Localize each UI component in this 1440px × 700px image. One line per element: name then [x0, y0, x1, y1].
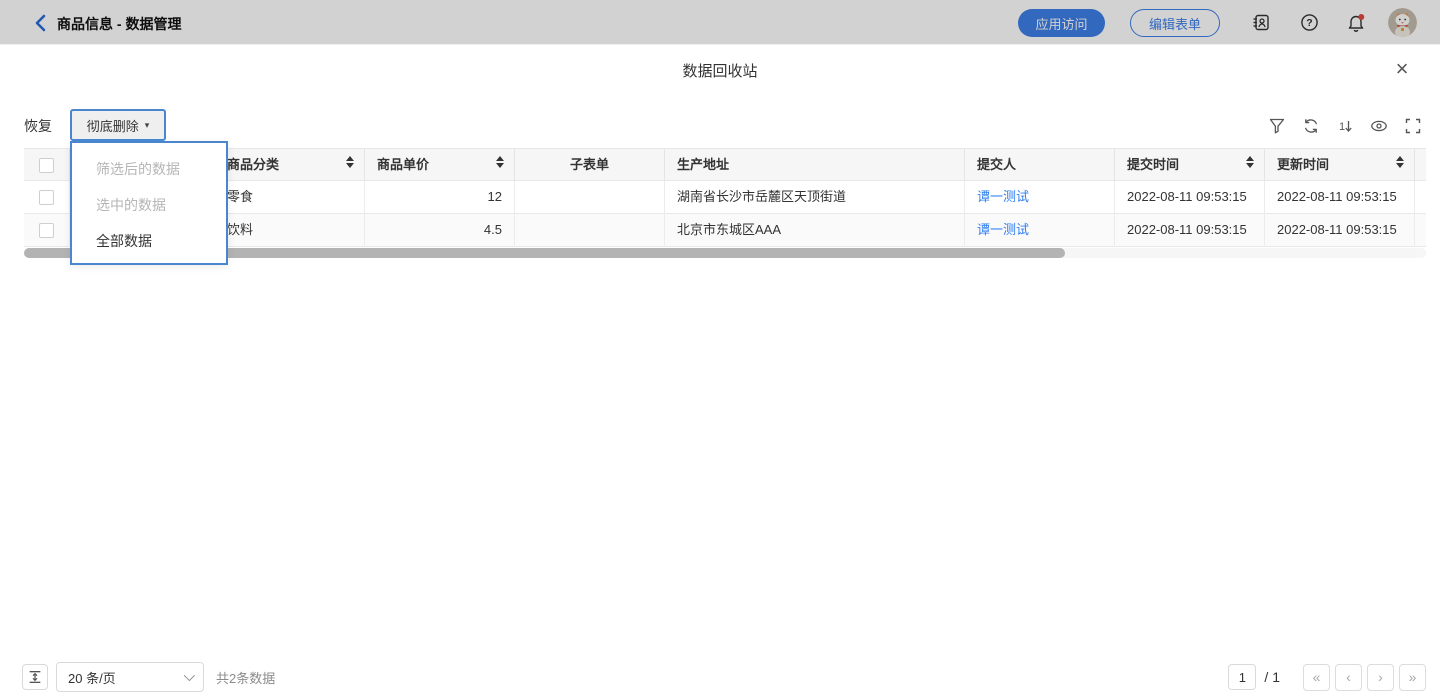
delete-dropdown-button[interactable]: 彻底删除 ▾: [70, 109, 166, 141]
notifications-bell-icon[interactable]: [1346, 13, 1365, 32]
cell-update-time: 2022-08-11 09:53:15: [1265, 214, 1415, 247]
app-access-button[interactable]: 应用访问: [1018, 9, 1105, 37]
pagination-bar: 20 条/页 共2条数据 / 1 « ‹ › »: [0, 654, 1440, 700]
header-cell-price[interactable]: 商品单价: [365, 149, 515, 182]
horizontal-scrollbar[interactable]: [24, 248, 1426, 258]
restore-button[interactable]: 恢复: [24, 117, 52, 135]
cell-subform: [515, 214, 665, 247]
submitter-link[interactable]: 谭一测试: [977, 222, 1029, 237]
cell-address: 湖南省长沙市岳麓区天顶街道: [665, 181, 965, 214]
menu-item-all-data[interactable]: 全部数据: [72, 223, 226, 259]
table-row: 零食 12 湖南省长沙市岳麓区天顶街道 谭一测试 2022-08-11 09:5…: [24, 181, 1426, 214]
cell-category: 饮料: [215, 214, 365, 247]
prev-page-button[interactable]: ‹: [1335, 664, 1362, 691]
fullscreen-icon[interactable]: [1404, 117, 1422, 135]
refresh-icon[interactable]: [1302, 117, 1320, 135]
cell-submit-time: 2022-08-11 09:53:15: [1115, 181, 1265, 214]
row-height-icon: [27, 669, 43, 685]
sort-icon[interactable]: 1: [1336, 117, 1354, 135]
sort-toggle-icon[interactable]: [1396, 156, 1404, 168]
cell-subform: [515, 181, 665, 214]
next-page-button[interactable]: ›: [1367, 664, 1394, 691]
header-cell-subform: 子表单: [515, 149, 665, 182]
row-checkbox[interactable]: [39, 190, 54, 205]
header-cell-submit-time[interactable]: 提交时间: [1115, 149, 1265, 182]
data-table: 商品分类 商品单价 子表单 生产地址 提交人 提交时间 更新时间 零食: [24, 148, 1426, 247]
page-size-select[interactable]: 20 条/页: [56, 662, 204, 692]
total-count-label: 共2条数据: [216, 668, 275, 687]
header-cell-update-time[interactable]: 更新时间: [1265, 149, 1415, 182]
delete-dropdown-menu: 筛选后的数据 选中的数据 全部数据: [70, 141, 228, 265]
page-input[interactable]: [1228, 664, 1256, 690]
close-icon: ×: [1396, 56, 1409, 82]
cell-submit-time: 2022-08-11 09:53:15: [1115, 214, 1265, 247]
last-page-button[interactable]: »: [1399, 664, 1426, 691]
prev-page-icon: ‹: [1346, 669, 1351, 685]
table-header-row: 商品分类 商品单价 子表单 生产地址 提交人 提交时间 更新时间: [24, 148, 1426, 181]
cell-category: 零食: [215, 181, 365, 214]
avatar[interactable]: [1388, 8, 1417, 37]
header-cell-checkbox: [24, 149, 70, 182]
back-chevron-icon: [30, 12, 52, 34]
row-checkbox[interactable]: [39, 223, 54, 238]
sort-toggle-icon[interactable]: [496, 156, 504, 168]
topbar: 商品信息 - 数据管理 应用访问 编辑表单 ?: [0, 0, 1440, 45]
modal-title: 数据回收站: [0, 60, 1440, 81]
row-height-button[interactable]: [22, 664, 48, 690]
svg-text:?: ?: [1306, 17, 1312, 29]
header-cell-address: 生产地址: [665, 149, 965, 182]
header-cell-submitter: 提交人: [965, 149, 1115, 182]
menu-item-filtered-data[interactable]: 筛选后的数据: [72, 151, 226, 187]
page-total-label: / 1: [1264, 669, 1280, 685]
caret-down-icon: ▾: [145, 120, 150, 130]
delete-button-label: 彻底删除: [87, 116, 139, 135]
first-page-icon: «: [1313, 669, 1321, 685]
next-page-icon: ›: [1378, 669, 1383, 685]
page-title: 商品信息 - 数据管理: [57, 14, 181, 34]
table-row: 饮料 4.5 北京市东城区AAA 谭一测试 2022-08-11 09:53:1…: [24, 214, 1426, 247]
last-page-icon: »: [1409, 669, 1417, 685]
help-icon[interactable]: ?: [1300, 13, 1319, 32]
cell-price: 12: [365, 181, 515, 214]
column-visibility-eye-icon[interactable]: [1370, 117, 1388, 135]
edit-form-button[interactable]: 编辑表单: [1130, 9, 1220, 37]
chevron-down-icon: [184, 670, 195, 681]
cell-address: 北京市东城区AAA: [665, 214, 965, 247]
menu-item-selected-data[interactable]: 选中的数据: [72, 187, 226, 223]
submitter-link[interactable]: 谭一测试: [977, 189, 1029, 204]
select-all-checkbox[interactable]: [39, 158, 54, 173]
sort-toggle-icon[interactable]: [1246, 156, 1254, 168]
modal-backdrop-dim: [0, 0, 1440, 44]
header-cell-extra: [1415, 149, 1426, 182]
filter-icon[interactable]: [1268, 117, 1286, 135]
close-button[interactable]: ×: [1388, 55, 1416, 83]
page-size-value: 20 条/页: [68, 668, 116, 687]
contacts-icon[interactable]: [1252, 13, 1271, 32]
sort-toggle-icon[interactable]: [346, 156, 354, 168]
recycle-bin-modal: 数据回收站 × 恢复 彻底删除 ▾ 1: [0, 45, 1440, 700]
notification-dot: [1358, 14, 1364, 20]
cell-update-time: 2022-08-11 09:53:15: [1265, 181, 1415, 214]
first-page-button[interactable]: «: [1303, 664, 1330, 691]
svg-text:1: 1: [1339, 121, 1345, 133]
back-button[interactable]: [30, 12, 52, 34]
header-cell-category[interactable]: 商品分类: [215, 149, 365, 182]
cell-price: 4.5: [365, 214, 515, 247]
